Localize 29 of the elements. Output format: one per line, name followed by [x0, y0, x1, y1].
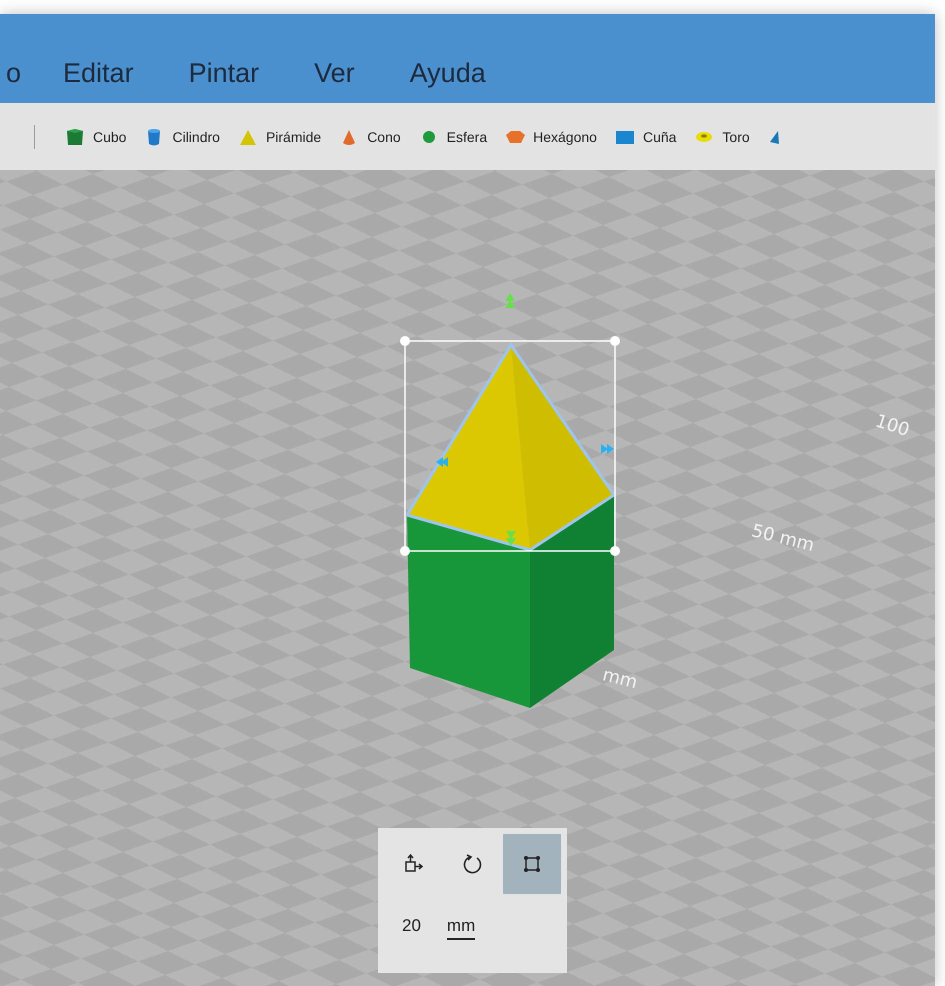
shape-button[interactable]: Cubo — [64, 126, 126, 146]
shape-button[interactable]: Esfera — [418, 126, 488, 146]
shape-button[interactable]: Toro — [693, 126, 750, 146]
shape-button[interactable]: Cuña — [614, 126, 676, 146]
rotate-icon — [462, 853, 484, 875]
menu-item[interactable]: Editar — [63, 58, 134, 89]
width-handle-icon[interactable] — [436, 457, 448, 467]
menu-item[interactable]: Ver — [314, 58, 355, 89]
resize-handle[interactable] — [400, 336, 410, 346]
depth-handle-icon[interactable] — [506, 531, 516, 546]
resize-handle[interactable] — [610, 546, 620, 556]
width-handle-icon[interactable] — [601, 444, 614, 454]
scale-label: 100 — [872, 410, 912, 442]
height-handle-icon[interactable] — [505, 293, 515, 308]
scale-label: 50 mm — [749, 520, 816, 556]
shape-button[interactable]: Cono — [338, 126, 401, 146]
scale-label: mm — [600, 664, 640, 694]
unit-selector[interactable]: mm — [446, 916, 476, 940]
menu-item[interactable]: Ayuda — [410, 58, 486, 89]
shape-button[interactable]: Cilindro — [143, 126, 220, 146]
resize-handle[interactable] — [610, 336, 620, 346]
menu-item[interactable]: o — [6, 58, 22, 89]
shape-button[interactable]: Hexágono — [504, 126, 597, 146]
size-value[interactable]: 20 — [402, 916, 421, 940]
cube-icon — [64, 126, 86, 146]
resize-handle[interactable] — [400, 546, 410, 556]
menu-item[interactable]: Pintar — [188, 58, 260, 89]
scale-tool-button[interactable] — [503, 834, 562, 894]
shape-button[interactable]: Pirámide — [236, 126, 322, 146]
